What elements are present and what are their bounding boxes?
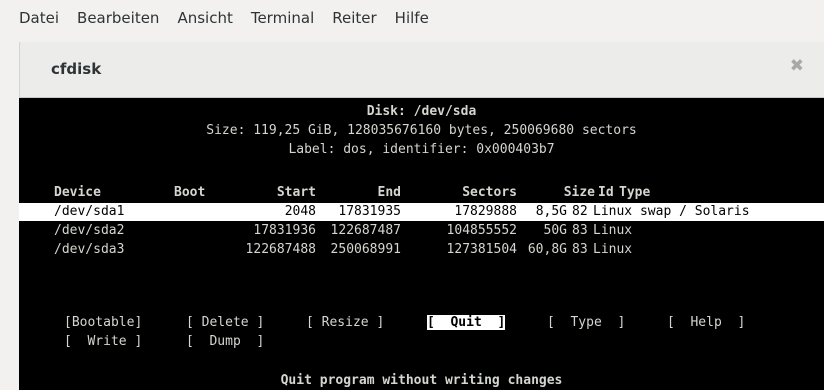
row-end: 250068991 [330, 242, 401, 257]
menu-ansicht[interactable]: Ansicht [177, 9, 232, 27]
dump-button[interactable]: [ Dump ] [186, 334, 264, 349]
row-size: 8,5G [535, 204, 567, 219]
header-id: Id [598, 185, 614, 200]
quit-button[interactable]: [ Quit ] [427, 315, 506, 330]
tab-title[interactable]: cfdisk [51, 60, 101, 78]
type-button[interactable]: [ Type ] [547, 315, 625, 330]
row-end: 17831935 [338, 204, 401, 219]
row-sectors: 17829888 [454, 204, 517, 219]
table-row[interactable]: >> /dev/sda1 2048 17831935 17829888 8,5G… [19, 203, 824, 221]
resize-button[interactable]: [ Resize ] [306, 315, 384, 330]
header-type: Type [619, 185, 651, 200]
delete-button[interactable]: [ Delete ] [186, 315, 264, 330]
bootable-button[interactable]: [Bootable] [64, 315, 142, 330]
write-button[interactable]: [ Write ] [64, 334, 142, 349]
row-device: /dev/sda1 [54, 204, 125, 219]
status-hint: Quit program without writing changes [280, 373, 563, 388]
row-start: 17831936 [253, 223, 316, 238]
row-size: 50G [543, 223, 567, 238]
row-end: 122687487 [330, 223, 401, 238]
menu-hilfe[interactable]: Hilfe [395, 9, 429, 27]
row-start: 122687488 [245, 242, 316, 257]
row-sectors: 104855552 [446, 223, 517, 238]
row-size: 60,8G [527, 242, 567, 257]
row-start: 2048 [284, 204, 316, 219]
row-type: Linux [593, 223, 633, 238]
terminal-area[interactable]: Disk: /dev/sda Size: 119,25 GiB, 1280356… [19, 98, 824, 390]
row-type: Linux swap / Solaris [593, 204, 750, 219]
close-icon[interactable]: ✖ [790, 58, 804, 75]
menu-bar: Datei Bearbeiten Ansicht Terminal Reiter… [0, 0, 824, 36]
menu-reiter[interactable]: Reiter [332, 9, 376, 27]
row-type: Linux [593, 242, 633, 257]
window: Datei Bearbeiten Ansicht Terminal Reiter… [0, 0, 824, 390]
row-id: 83 [572, 242, 588, 257]
tab-bar[interactable]: cfdisk ✖ [19, 42, 824, 98]
header-boot: Boot [174, 185, 206, 200]
help-button[interactable]: [ Help ] [667, 315, 745, 330]
header-sectors: Sectors [462, 185, 517, 200]
row-device: /dev/sda2 [54, 223, 125, 238]
disk-label-line: Label: dos, identifier: 0x000403b7 [288, 142, 555, 157]
menu-terminal[interactable]: Terminal [251, 9, 314, 27]
header-size: Size [563, 185, 595, 200]
table-row[interactable]: /dev/sda3 122687488 250068991 127381504 … [19, 241, 824, 259]
row-sectors: 127381504 [446, 242, 517, 257]
menu-bearbeiten[interactable]: Bearbeiten [77, 9, 159, 27]
header-end: End [377, 185, 401, 200]
header-device: Device [54, 185, 101, 200]
table-row[interactable]: /dev/sda2 17831936 122687487 104855552 5… [19, 222, 824, 240]
disk-size-line: Size: 119,25 GiB, 128035676160 bytes, 25… [206, 123, 637, 138]
menu-datei[interactable]: Datei [19, 9, 59, 27]
disk-title: Disk: /dev/sda [366, 104, 477, 119]
header-start: Start [276, 185, 316, 200]
row-device: /dev/sda3 [54, 242, 125, 257]
row-id: 83 [572, 223, 588, 238]
row-id: 82 [572, 204, 588, 219]
